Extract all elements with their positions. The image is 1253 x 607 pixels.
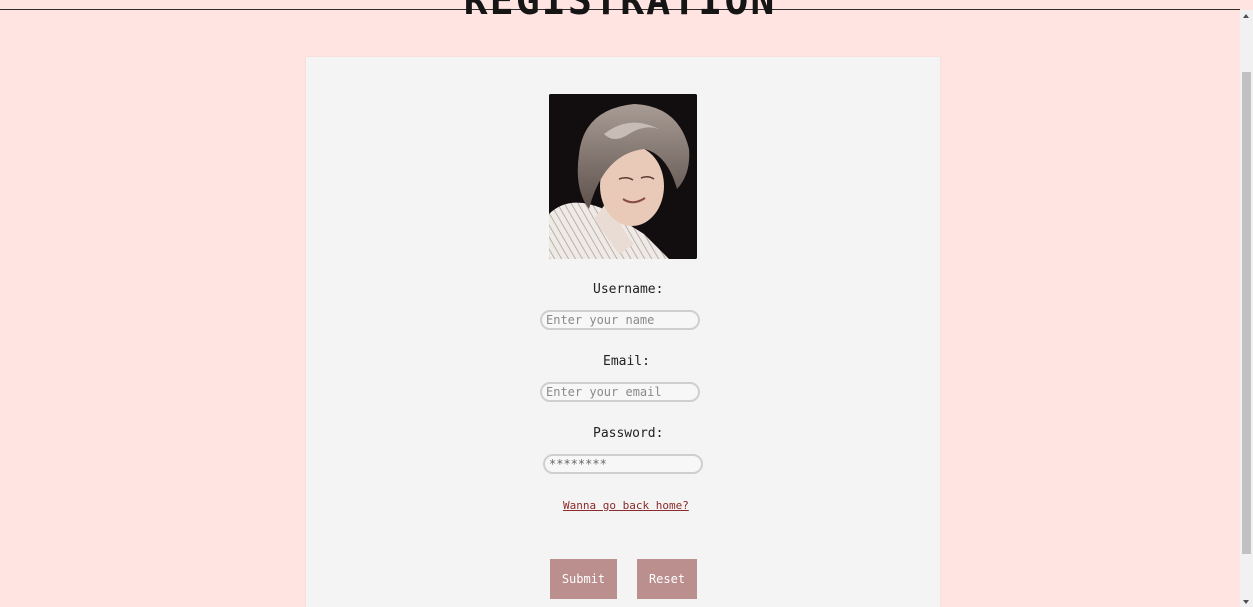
- profile-photo: [549, 94, 697, 259]
- scroll-down-icon[interactable]: [1243, 600, 1249, 604]
- email-input[interactable]: [540, 382, 700, 402]
- submit-button[interactable]: Submit: [550, 559, 617, 599]
- username-input[interactable]: [540, 310, 700, 330]
- reset-button[interactable]: Reset: [637, 559, 697, 599]
- page-title: REGISTRATION: [463, 0, 777, 24]
- email-label: Email:: [603, 354, 650, 369]
- scroll-thumb[interactable]: [1242, 72, 1251, 554]
- password-input[interactable]: [543, 454, 703, 474]
- scroll-up-icon[interactable]: [1243, 14, 1249, 18]
- profile-photo-art: [549, 94, 697, 259]
- registration-card: Username: Email: Password: Wanna go back…: [306, 57, 940, 607]
- page-scrollbar[interactable]: [1240, 10, 1253, 607]
- username-label: Username:: [593, 282, 664, 297]
- home-link[interactable]: Wanna go back home?: [563, 499, 689, 512]
- password-label: Password:: [593, 426, 664, 441]
